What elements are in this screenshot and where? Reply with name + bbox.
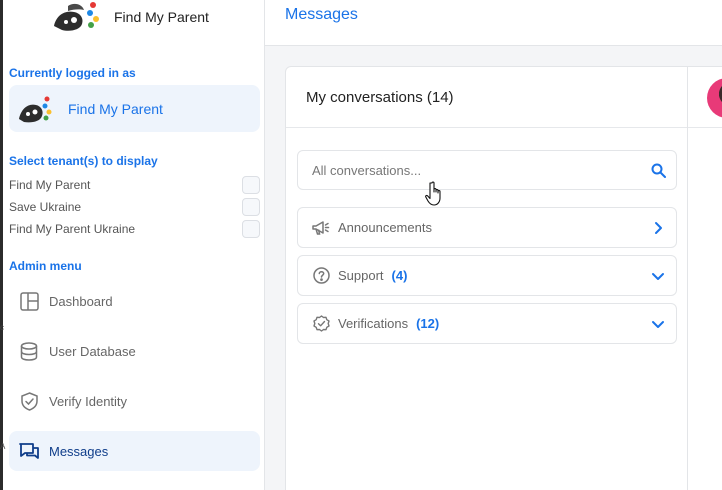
logged-in-title: Currently logged in as <box>9 66 136 80</box>
menu-item-messages[interactable]: Messages <box>9 431 260 471</box>
avatar[interactable] <box>707 78 722 118</box>
brand[interactable]: Find My Parent <box>50 0 209 33</box>
conversation-group-label: Support <box>338 268 384 283</box>
conversation-search-input[interactable]: All conversations... <box>297 150 677 190</box>
page-title: Messages <box>285 6 358 23</box>
brand-logo-icon <box>54 2 99 31</box>
tenant-label: Find My Parent <box>9 178 91 192</box>
search-placeholder: All conversations... <box>312 162 422 178</box>
conversation-group-support[interactable]: Support (4) <box>297 255 677 296</box>
question-icon <box>312 267 330 285</box>
layout-icon <box>19 291 39 311</box>
menu-label: User Database <box>49 343 136 359</box>
tenant-checkbox[interactable] <box>242 220 260 238</box>
hand-cursor-icon <box>425 181 441 206</box>
tenant-row: Save Ukraine <box>9 198 260 216</box>
search-icon[interactable] <box>640 163 676 178</box>
chevron-down-icon[interactable] <box>650 316 666 332</box>
conversation-count: (12) <box>416 316 440 331</box>
tenant-title: Select tenant(s) to display <box>9 154 158 168</box>
logged-in-card[interactable]: Find My Parent <box>9 85 260 132</box>
tenant-row: Find My Parent <box>9 176 260 194</box>
menu-label: Messages <box>49 443 109 459</box>
conversation-count: (4) <box>391 268 408 283</box>
tenant-checkbox[interactable] <box>242 198 260 216</box>
menu-item-user-database[interactable]: User Database <box>9 331 260 371</box>
logged-in-name: Find My Parent <box>68 100 163 117</box>
shield-icon <box>19 391 39 411</box>
database-icon <box>19 341 39 361</box>
stray-mark: c <box>0 323 4 332</box>
conversations-panel: My conversations (14) All conversations.… <box>285 66 688 490</box>
chat-icon <box>19 441 39 461</box>
tenant-label: Save Ukraine <box>9 200 82 214</box>
account-logo-icon <box>19 96 52 122</box>
conversation-group-verifications[interactable]: Verifications (12) <box>297 303 677 344</box>
tenant-label: Find My Parent Ukraine <box>9 222 136 236</box>
conversation-group-label: Announcements <box>338 220 432 235</box>
stray-mark: A <box>0 442 6 451</box>
chevron-down-icon[interactable] <box>650 268 666 284</box>
menu-label: Verify Identity <box>49 393 128 409</box>
brand-name: Find My Parent <box>114 8 209 25</box>
conversations-header: My conversations (14) <box>286 67 687 128</box>
tenant-row: Find My Parent Ukraine <box>9 220 260 238</box>
tenant-checkbox[interactable] <box>242 176 260 194</box>
conversations-title: My conversations (14) <box>306 88 454 106</box>
menu-item-verify-identity[interactable]: Verify Identity <box>9 381 260 421</box>
top-header: Messages <box>265 0 722 46</box>
megaphone-icon <box>312 219 330 237</box>
menu-label: Dashboard <box>49 293 113 309</box>
conversation-group-label: Verifications <box>338 316 409 331</box>
admin-menu-title: Admin menu <box>9 259 82 273</box>
sidebar: Find My Parent Currently logged in as Fi… <box>0 0 265 490</box>
menu-item-dashboard[interactable]: Dashboard <box>9 281 260 321</box>
verified-badge-icon <box>312 315 330 333</box>
conversation-group-announcements[interactable]: Announcements <box>297 207 677 248</box>
chevron-right-icon[interactable] <box>650 220 666 236</box>
window-edge <box>0 0 3 490</box>
conversation-detail-panel <box>688 66 722 490</box>
conversation-detail-header <box>688 67 722 128</box>
